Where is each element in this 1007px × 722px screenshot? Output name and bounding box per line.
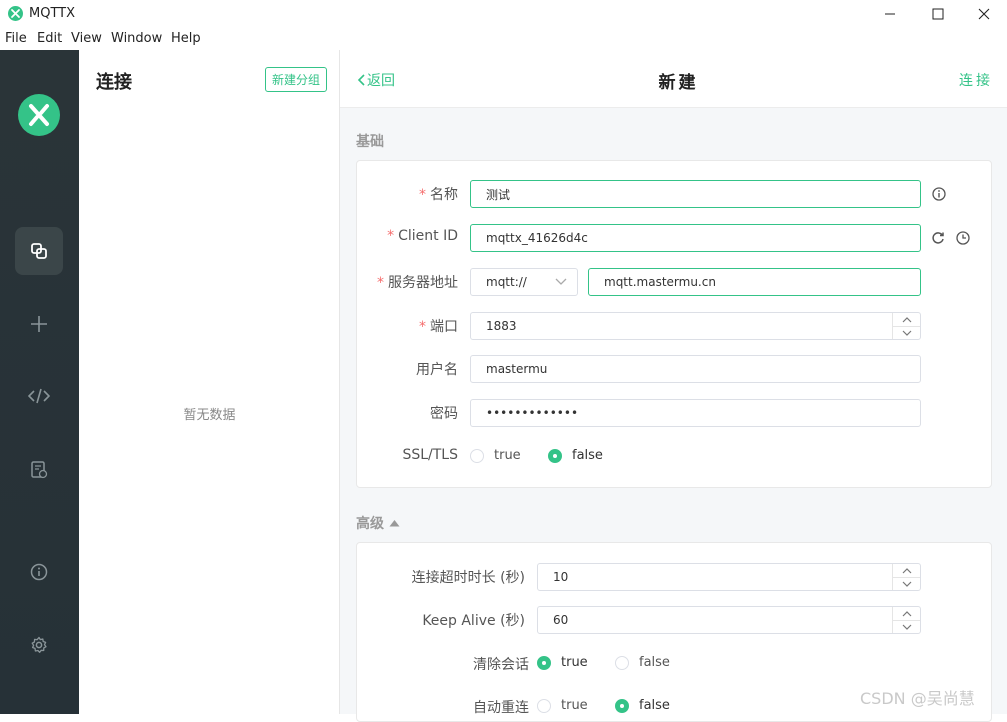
sidebar <box>0 50 79 714</box>
chevron-down-icon <box>902 581 911 587</box>
name-input[interactable]: 测试 <box>470 180 921 208</box>
menu-edit[interactable]: Edit <box>37 31 62 46</box>
keepalive-value: 60 <box>553 613 569 627</box>
caret-up-icon <box>389 520 400 527</box>
chevron-up-icon <box>902 567 911 573</box>
port-input[interactable]: 1883 <box>470 312 921 340</box>
gear-icon <box>31 636 47 653</box>
password-input[interactable]: ••••••••••••• <box>470 399 921 427</box>
info-icon[interactable] <box>931 186 947 202</box>
chevron-down-icon <box>902 624 911 630</box>
name-label: * 名称 <box>419 187 458 203</box>
keepalive-input[interactable]: 60 <box>537 606 921 634</box>
about-nav-button[interactable] <box>15 548 63 596</box>
menu-window[interactable]: Window <box>111 31 162 46</box>
chevron-down-icon <box>555 278 567 285</box>
advanced-section-toggle[interactable]: 高级 <box>356 513 400 533</box>
menu-file[interactable]: File <box>5 31 27 46</box>
clean-session-false-radio[interactable]: false <box>615 655 670 670</box>
app-logo-icon <box>8 6 23 21</box>
decrement-button[interactable] <box>893 326 920 339</box>
server-label: * 服务器地址 <box>377 275 458 291</box>
minimize-button[interactable] <box>867 0 913 28</box>
settings-nav-button[interactable] <box>15 621 63 669</box>
menu-view[interactable]: View <box>71 31 102 46</box>
info-icon <box>30 563 48 581</box>
window-title: MQTTX <box>29 6 76 21</box>
username-input[interactable]: mastermu <box>470 355 921 383</box>
main-content: 返回 新建 连接 基础 * 名称 测试 * Client ID mqttx_4162… <box>340 50 1007 722</box>
basic-section-title: 基础 <box>356 134 384 150</box>
increment-button[interactable] <box>893 607 920 620</box>
basic-card: * 名称 测试 * Client ID mqttx_41626d4c * 服务器地址 … <box>356 160 992 488</box>
auto-reconnect-true-radio[interactable]: true <box>537 698 588 713</box>
clean-session-label: 清除会话 <box>473 657 529 673</box>
timeout-input[interactable]: 10 <box>537 563 921 591</box>
advanced-section-title: 高级 <box>356 516 384 532</box>
maximize-button[interactable] <box>915 0 961 28</box>
menu-help[interactable]: Help <box>171 31 201 46</box>
connections-panel: 连接 新建分组 暂无数据 <box>79 50 340 714</box>
increment-button[interactable] <box>893 564 920 577</box>
timeout-label: 连接超时时长 (秒) <box>411 570 525 586</box>
port-value: 1883 <box>486 319 517 333</box>
connections-title: 连接 <box>96 72 132 93</box>
page-title: 新建 <box>658 73 699 93</box>
connect-button[interactable]: 连接 <box>959 70 993 90</box>
ssl-true-radio[interactable]: true <box>470 448 521 463</box>
empty-state-text: 暂无数据 <box>183 408 236 423</box>
decrement-button[interactable] <box>893 620 920 633</box>
auto-reconnect-label: 自动重连 <box>473 700 529 716</box>
username-label: 用户名 <box>416 362 458 378</box>
ssl-label: SSL/TLS <box>402 447 458 463</box>
connections-icon <box>31 243 47 259</box>
menu-bar: File Edit View Window Help <box>0 28 1007 50</box>
port-stepper <box>892 313 920 339</box>
new-connection-nav-button[interactable] <box>15 300 63 348</box>
code-icon <box>28 388 50 404</box>
chevron-up-icon <box>902 316 911 322</box>
title-bar: MQTTX <box>0 0 1007 28</box>
connections-nav-button[interactable] <box>15 227 63 275</box>
clean-session-true-radio[interactable]: true <box>537 655 588 670</box>
timeout-value: 10 <box>553 570 569 584</box>
mqttx-logo-icon <box>18 94 60 136</box>
protocol-value: mqtt:// <box>486 275 527 289</box>
plus-icon <box>31 316 47 332</box>
port-label: * 端口 <box>419 319 458 335</box>
protocol-select[interactable]: mqtt:// <box>470 268 578 296</box>
decrement-button[interactable] <box>893 577 920 590</box>
increment-button[interactable] <box>893 313 920 326</box>
ssl-false-radio[interactable]: false <box>548 448 603 463</box>
script-nav-button[interactable] <box>15 372 63 420</box>
client-id-label: * Client ID <box>387 228 458 244</box>
close-window-button[interactable] <box>961 0 1007 28</box>
new-group-button[interactable]: 新建分组 <box>265 67 327 92</box>
chevron-down-icon <box>902 330 911 336</box>
password-label: 密码 <box>430 406 458 422</box>
auto-reconnect-false-radio[interactable]: false <box>615 698 670 713</box>
log-icon <box>31 461 48 479</box>
timeout-stepper <box>892 564 920 590</box>
top-bar: 返回 新建 连接 <box>340 50 1007 108</box>
keepalive-stepper <box>892 607 920 633</box>
chevron-up-icon <box>902 610 911 616</box>
client-id-input[interactable]: mqttx_41626d4c <box>470 224 921 252</box>
refresh-icon[interactable] <box>930 230 946 246</box>
clock-icon[interactable] <box>955 230 971 246</box>
host-input[interactable]: mqtt.mastermu.cn <box>588 268 921 296</box>
watermark: CSDN @吴尚慧 <box>860 689 975 708</box>
log-nav-button[interactable] <box>15 446 63 494</box>
keepalive-label: Keep Alive (秒) <box>422 613 525 629</box>
